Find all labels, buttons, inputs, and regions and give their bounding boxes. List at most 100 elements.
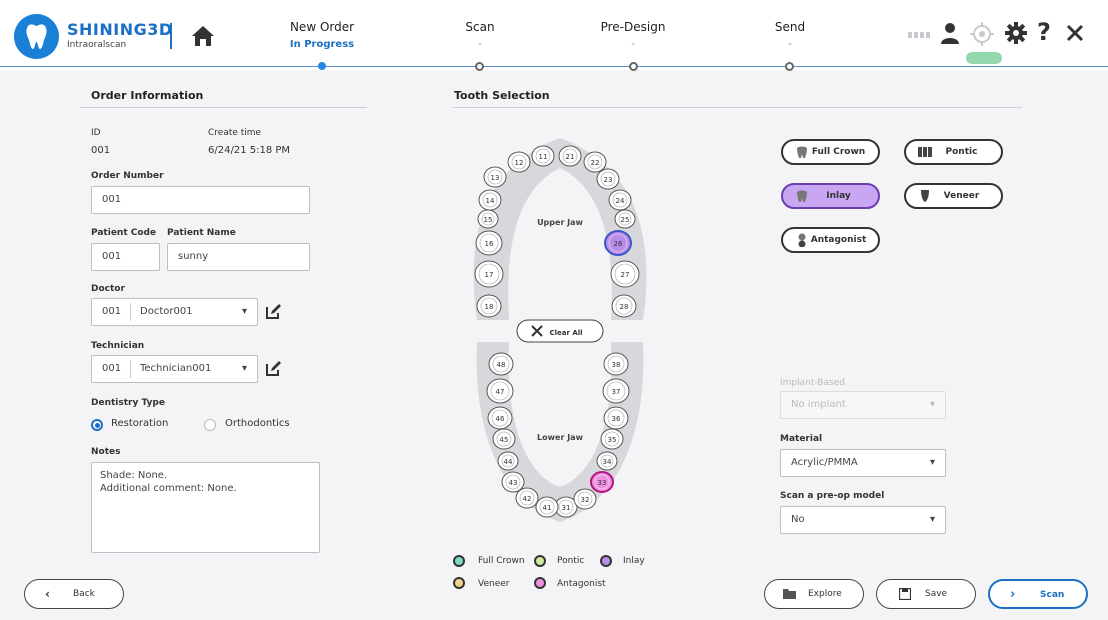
explore-button[interactable]: Explore [764, 579, 864, 609]
tooth-number: 25 [621, 216, 630, 224]
home-button[interactable] [190, 24, 216, 48]
step-label: New Order [289, 20, 355, 34]
tooth-46[interactable]: 46 [487, 406, 513, 430]
scan-button[interactable]: › Scan [988, 579, 1088, 609]
material-label: Material [780, 434, 823, 444]
tooth-chart[interactable]: Upper Jaw Lower Jaw 11 12 13 14 15 16 17 18 21 22… [465, 130, 655, 530]
tooth-41[interactable]: 41 [535, 496, 559, 518]
tooth-21[interactable]: 21 [558, 145, 582, 167]
full-crown-button[interactable]: Full Crown [781, 139, 880, 165]
back-button[interactable]: ‹ Back [24, 579, 124, 609]
inlay-legend-label: Inlay [623, 556, 645, 566]
preop-select[interactable]: No ▾ [780, 506, 946, 534]
veneer-legend-dot [453, 577, 465, 589]
step-dot-active [318, 62, 326, 70]
doctor-label: Doctor [91, 284, 125, 294]
tooth-18[interactable]: 18 [476, 294, 502, 318]
step-dot [475, 62, 484, 71]
tooth-number: 18 [485, 303, 494, 311]
tooth-43[interactable]: 43 [501, 471, 525, 493]
antagonist-label: Antagonist [810, 235, 867, 245]
tooth-number: 24 [616, 197, 625, 205]
tooth-38[interactable]: 38 [603, 352, 629, 376]
restoration-radio[interactable] [91, 419, 103, 431]
notes-textarea[interactable]: Shade: None. Additional comment: None. [91, 462, 320, 553]
edit-doctor-icon[interactable] [265, 304, 281, 320]
order-info-rule [80, 107, 367, 108]
tooth-number: 11 [539, 153, 548, 161]
tooth-number: 23 [604, 176, 613, 184]
tooth-47[interactable]: 47 [486, 378, 514, 404]
create-time-value: 6/24/21 5:18 PM [208, 145, 291, 156]
tooth-11[interactable]: 11 [531, 145, 555, 167]
tooth-32[interactable]: 32 [573, 488, 597, 510]
tooth-27[interactable]: 27 [610, 260, 640, 288]
product-name: Intraoralscan [67, 40, 127, 50]
chevron-left-icon: ‹ [45, 587, 50, 601]
tooth-24[interactable]: 24 [608, 189, 632, 211]
tooth-28[interactable]: 28 [611, 294, 637, 318]
edit-technician-icon[interactable] [265, 361, 281, 377]
doctor-select[interactable]: 001 Doctor001 ▾ [91, 298, 258, 326]
save-button[interactable]: Save [876, 579, 976, 609]
tooth-26[interactable]: 26 [604, 230, 632, 256]
notes-line: Additional comment: None. [100, 483, 237, 494]
tooth-44[interactable]: 44 [497, 451, 519, 471]
select-divider [130, 303, 131, 321]
tooth-25[interactable]: 25 [614, 209, 636, 229]
tooth-number: 35 [608, 436, 617, 444]
tooth-45[interactable]: 45 [492, 428, 516, 450]
patient-name-input[interactable]: sunny [167, 243, 310, 271]
select-divider [130, 360, 131, 378]
tooth-logo-icon [14, 14, 59, 59]
back-label: Back [73, 589, 95, 599]
tooth-number: 34 [603, 458, 612, 466]
pontic-button[interactable]: Pontic [904, 139, 1003, 165]
help-icon[interactable]: ? [1037, 18, 1051, 46]
tooth-12[interactable]: 12 [507, 151, 531, 173]
tooth-17[interactable]: 17 [474, 260, 504, 288]
tooth-22[interactable]: 22 [583, 151, 607, 173]
antagonist-button[interactable]: Antagonist [781, 227, 880, 253]
scan-label: Scan [1040, 590, 1065, 600]
implant-select[interactable]: No implant ▾ [780, 391, 946, 419]
tooth-15[interactable]: 15 [477, 209, 499, 229]
tooth-35[interactable]: 35 [600, 428, 624, 450]
tooth-37[interactable]: 37 [602, 378, 630, 404]
technician-select[interactable]: 001 Technician001 ▾ [91, 355, 258, 383]
full-crown-label: Full Crown [811, 147, 866, 157]
orthodontics-radio[interactable] [204, 419, 216, 431]
chevron-down-icon: ▾ [929, 514, 935, 525]
full-crown-legend-dot [453, 555, 465, 567]
tooth-36[interactable]: 36 [603, 406, 629, 430]
tooth-14[interactable]: 14 [478, 189, 502, 211]
order-number-label: Order Number [91, 171, 164, 181]
tooth-33[interactable]: 33 [590, 471, 614, 493]
tooth-13[interactable]: 13 [483, 166, 507, 188]
tooth-number: 13 [491, 174, 500, 182]
order-number-input[interactable]: 001 [91, 186, 310, 214]
tooth-number: 43 [509, 479, 518, 487]
orthodontics-label: Orthodontics [225, 418, 290, 429]
preop-label: Scan a pre-op model [780, 491, 885, 501]
tooth-number: 47 [496, 388, 505, 396]
chevron-right-icon: › [1010, 587, 1016, 602]
chevron-down-icon: ▾ [929, 457, 935, 468]
tooth-23[interactable]: 23 [596, 168, 620, 190]
tooth-16[interactable]: 16 [475, 230, 503, 256]
veneer-button[interactable]: Veneer [904, 183, 1003, 209]
tooth-42[interactable]: 42 [515, 487, 539, 509]
patient-code-input[interactable]: 001 [91, 243, 160, 271]
crosshair-icon[interactable] [970, 22, 994, 49]
create-time-label: Create time [208, 128, 262, 138]
inlay-button[interactable]: Inlay [781, 183, 880, 209]
clear-all-button[interactable]: Clear All [516, 319, 604, 343]
tooth-number: 41 [543, 504, 552, 512]
user-icon[interactable] [940, 22, 960, 47]
tooth-34[interactable]: 34 [596, 451, 618, 471]
step-dot [629, 62, 638, 71]
gear-icon[interactable] [1005, 22, 1027, 47]
material-select[interactable]: Acrylic/PMMA ▾ [780, 449, 946, 477]
tooth-48[interactable]: 48 [488, 352, 514, 376]
close-icon[interactable] [1066, 24, 1084, 45]
